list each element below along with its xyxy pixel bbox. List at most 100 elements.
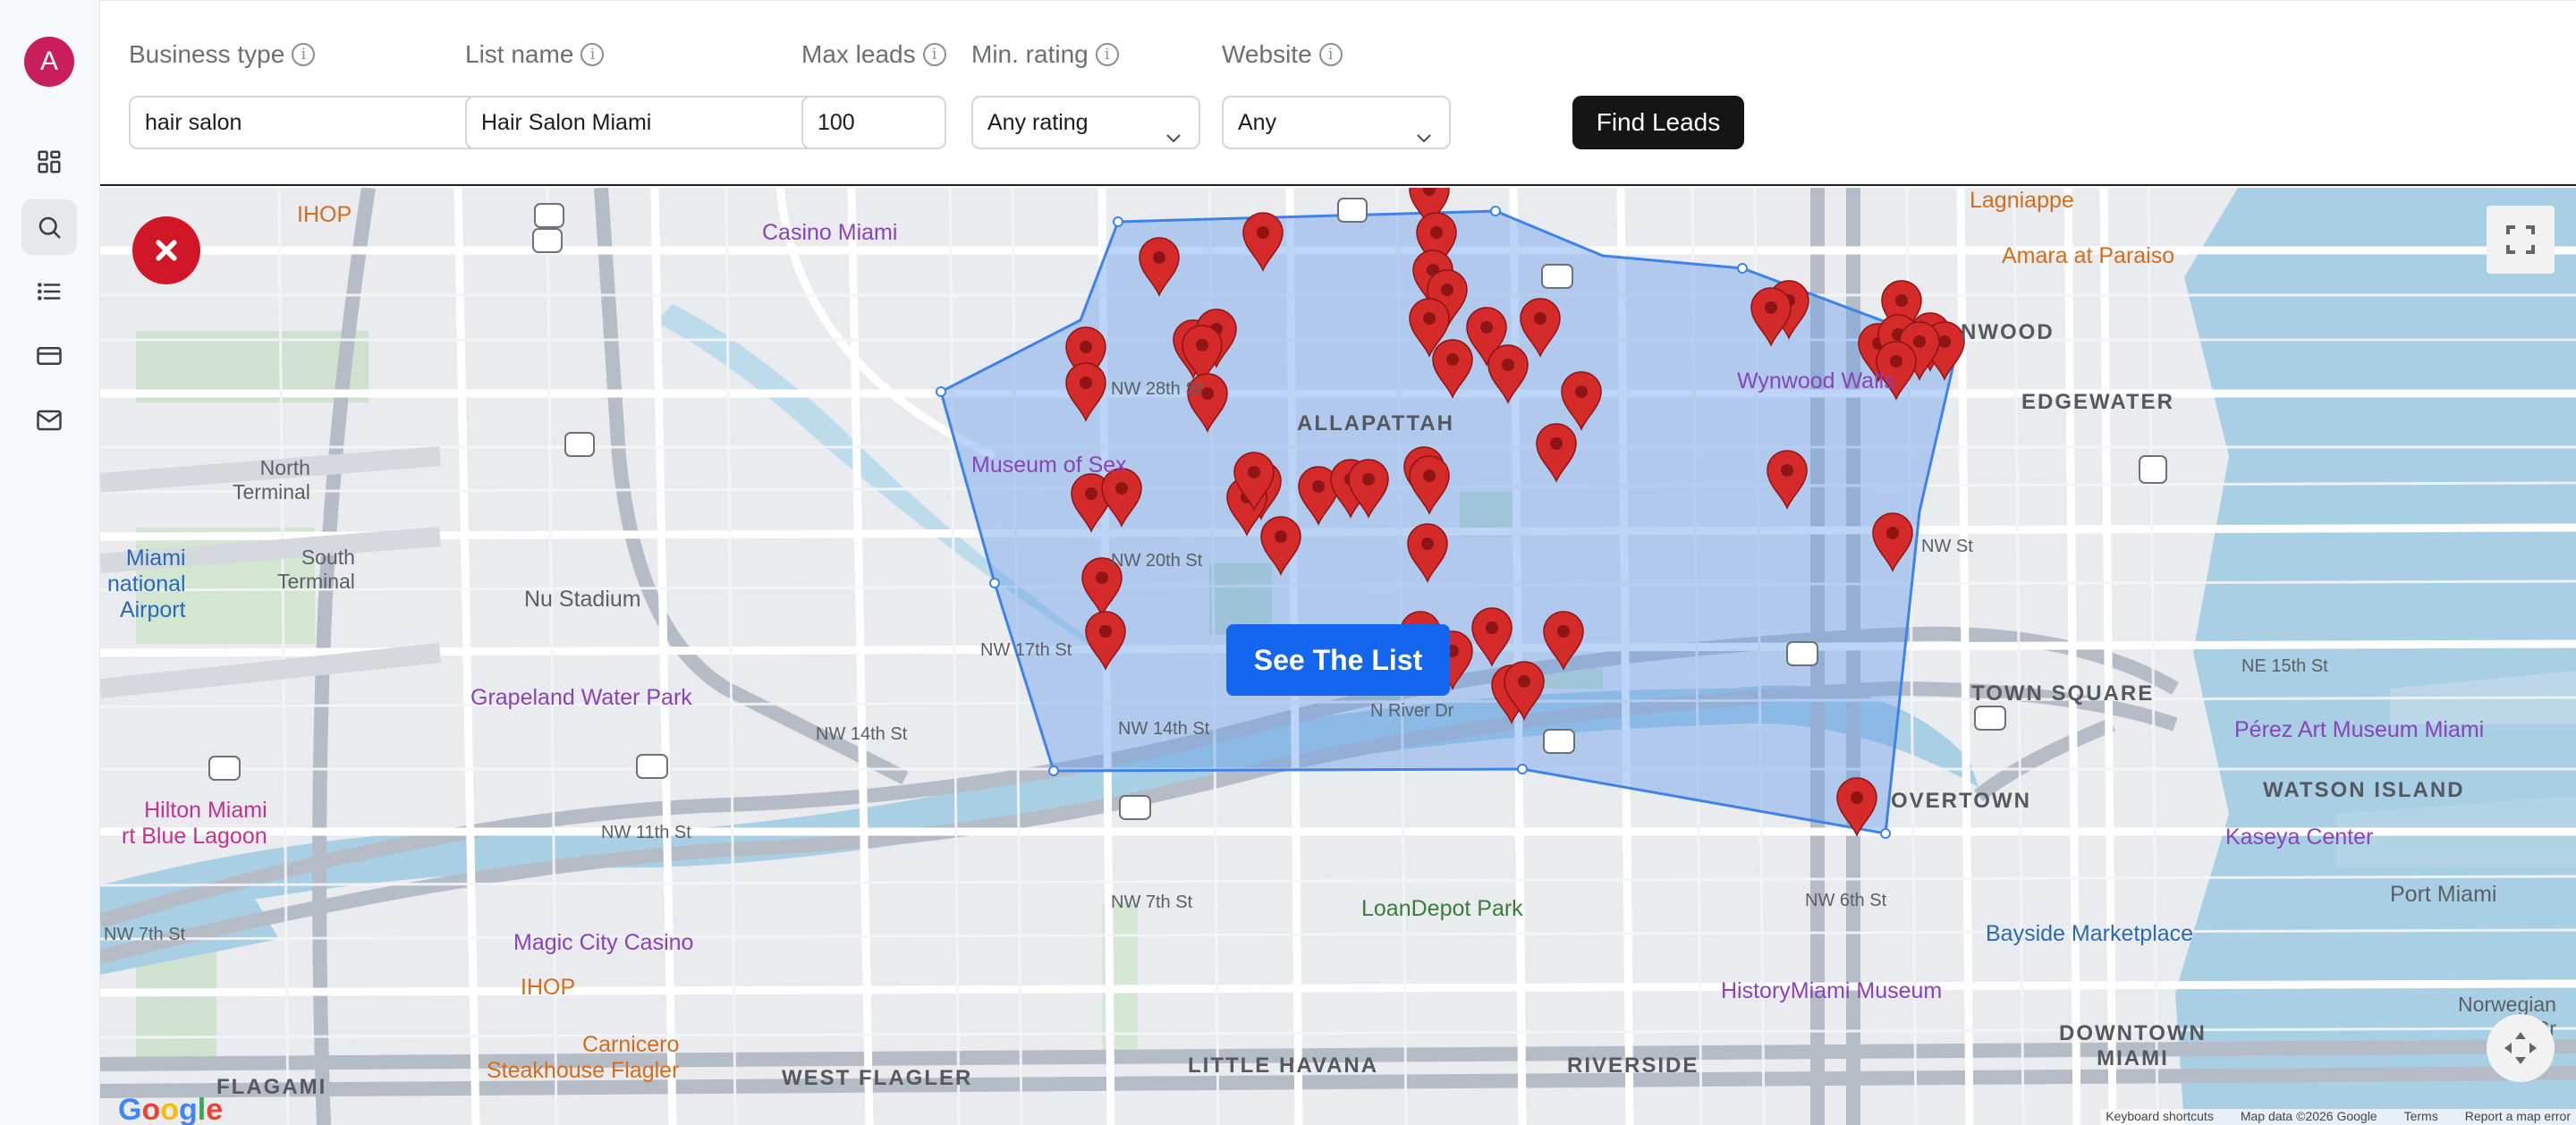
avatar[interactable]: A <box>24 37 74 87</box>
lead-pin-dot <box>1421 537 1434 550</box>
sidebar-item-mail[interactable] <box>21 393 77 448</box>
lead-pin-dot <box>1080 376 1092 389</box>
map-data-text: Map data ©2026 Google <box>2240 1109 2377 1123</box>
lead-pin-dot <box>1312 480 1325 493</box>
map-label-ihop: IHOP <box>297 202 352 227</box>
map-camera-control[interactable] <box>2487 1014 2555 1082</box>
min-rating-select[interactable]: Any rating <box>971 96 1200 149</box>
info-icon[interactable]: i <box>1318 43 1343 66</box>
google-logo: Google <box>118 1093 223 1125</box>
max-leads-input[interactable]: 100 <box>801 96 946 149</box>
fullscreen-button[interactable] <box>2487 206 2555 274</box>
map-label-downtown-miami: DOWNTOWN MIAMI <box>2059 1021 2207 1070</box>
info-icon[interactable]: i <box>922 43 946 66</box>
lead-pin-dot <box>1275 530 1287 543</box>
lead-pin-dot <box>1201 387 1214 400</box>
lead-pin-dot <box>1851 791 1863 804</box>
lead-pin-dot <box>1115 482 1128 495</box>
list-name-label: List name i <box>465 40 605 69</box>
lead-pin-dot <box>1423 312 1436 325</box>
map-label-bayside: Bayside Marketplace <box>1986 921 2194 946</box>
map-label-magic-city: Magic City Casino <box>513 930 694 955</box>
google-logo-letter: g <box>179 1093 198 1125</box>
map-label-miami-airport: Miami national Airport <box>107 546 186 622</box>
terms-link[interactable]: Terms <box>2404 1109 2438 1125</box>
map-label-riverside: RIVERSIDE <box>1567 1053 1699 1078</box>
keyboard-shortcuts-link[interactable]: Keyboard shortcuts <box>2106 1109 2214 1125</box>
map-label-port-miami: Port Miami <box>2390 882 2497 907</box>
google-logo-letter: e <box>206 1093 224 1125</box>
lead-pin-dot <box>1895 294 1908 307</box>
map-label-kaseya: Kaseya Center <box>2225 825 2374 850</box>
website-label: Website i <box>1222 40 1343 69</box>
map-label-casino-miami: Casino Miami <box>762 220 898 245</box>
close-icon <box>156 240 177 261</box>
lead-search-toolbar: Business type i hair salon List name i H… <box>100 0 2576 186</box>
lead-pin-dot <box>1550 437 1563 450</box>
dashboard-icon <box>38 150 61 173</box>
map-label-ihop-2: IHOP <box>521 975 576 1000</box>
lead-pin-dot <box>1441 283 1453 296</box>
info-icon[interactable]: i <box>292 43 316 66</box>
map-label-carnicero: Carnicero Steakhouse Flagler <box>487 1032 680 1083</box>
lead-pin-dot <box>1080 341 1092 353</box>
map-label-nu-stadium: Nu Stadium <box>524 587 641 612</box>
map-label-west-flagler: WEST FLAGLER <box>782 1066 973 1090</box>
lead-pin-dot <box>1257 226 1269 239</box>
report-error-link[interactable]: Report a map error <box>2465 1109 2571 1125</box>
google-logo-letter: o <box>160 1093 180 1125</box>
search-icon <box>38 216 61 239</box>
sidebar: A <box>0 0 100 1125</box>
lead-pin-dot <box>1534 312 1546 325</box>
list-name-label-text: List name <box>465 40 574 68</box>
street-label: NW 20th St <box>1111 551 1203 571</box>
street-label: NW 7th St <box>1111 892 1193 912</box>
min-rating-label: Min. rating i <box>971 40 1119 69</box>
min-rating-label-text: Min. rating <box>971 40 1089 68</box>
map-label-perez-art: Pérez Art Museum Miami <box>2234 717 2485 742</box>
map-label-north-terminal: North Terminal <box>233 456 310 503</box>
lead-pin-dot <box>1248 466 1260 478</box>
map-view[interactable]: ALLAPATTAH EDGEWATER TOWN SQUARE OVERTOW… <box>100 188 2576 1125</box>
map-label-amara: Amara at Paraiso <box>2002 243 2175 268</box>
see-the-list-button[interactable]: See The List <box>1226 624 1450 696</box>
map-label-grapeland: Grapeland Water Park <box>470 685 692 710</box>
street-label: NW 17th St <box>980 640 1072 660</box>
street-label: NW St <box>1921 537 1973 556</box>
mail-icon <box>37 410 62 431</box>
chevron-down-icon <box>1165 114 1182 143</box>
street-label: NW 6th St <box>1805 891 1887 910</box>
website-value: Any <box>1238 110 1277 135</box>
lead-pin-dot <box>1423 469 1436 482</box>
google-logo-letter: G <box>118 1093 142 1125</box>
website-select[interactable]: Any <box>1222 96 1451 149</box>
sidebar-item-dashboard[interactable] <box>21 134 77 190</box>
chevron-down-icon <box>1415 114 1433 143</box>
lead-pin-dot <box>1502 359 1514 371</box>
map-label-overtown: OVERTOWN <box>1891 789 2031 813</box>
card-icon <box>37 347 62 365</box>
lead-pin-dot <box>1890 355 1902 368</box>
info-icon[interactable]: i <box>1095 43 1119 66</box>
info-icon[interactable]: i <box>580 43 605 66</box>
lead-pin-dot <box>1430 226 1443 239</box>
website-label-text: Website <box>1222 40 1312 68</box>
close-draw-button[interactable] <box>132 216 200 284</box>
lead-pin-dot <box>1085 487 1097 500</box>
lead-pin-dot <box>1765 301 1777 314</box>
street-label: NW 11th St <box>601 823 691 842</box>
map-label-lagniappe: Lagniappe <box>1970 188 2074 213</box>
lead-pin-dot <box>1446 353 1459 366</box>
street-label: NW 7th St <box>104 925 186 944</box>
google-logo-letter: o <box>141 1093 161 1125</box>
sidebar-item-billing[interactable] <box>21 328 77 384</box>
street-label: N River Dr <box>1370 701 1454 721</box>
map-label-little-havana: LITTLE HAVANA <box>1188 1053 1379 1078</box>
lead-pin-dot <box>1096 571 1108 584</box>
find-leads-button[interactable]: Find Leads <box>1572 96 1744 149</box>
street-label: NE 15th St <box>2241 656 2328 676</box>
map-label-history-miami: HistoryMiami Museum <box>1721 978 1943 1003</box>
sidebar-item-lists[interactable] <box>21 264 77 319</box>
sidebar-item-search[interactable] <box>21 199 77 255</box>
max-leads-label-text: Max leads <box>801 40 916 68</box>
